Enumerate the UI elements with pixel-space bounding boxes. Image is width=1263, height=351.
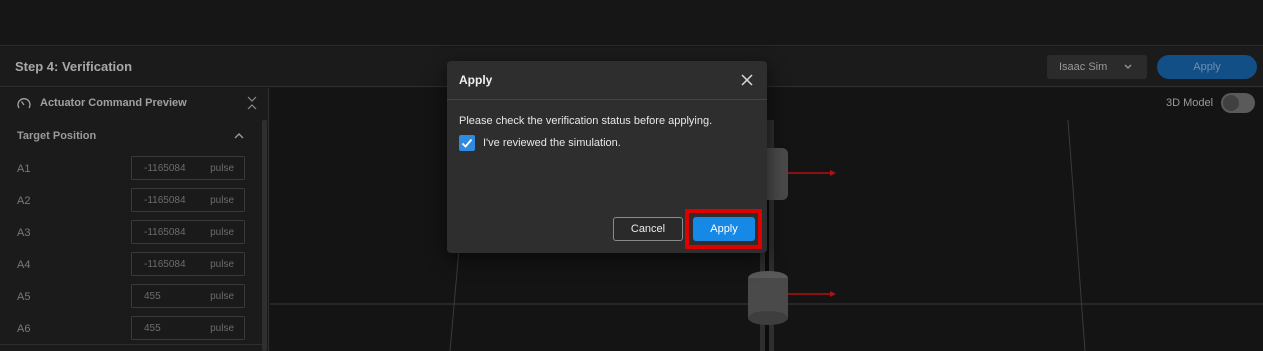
frame-line-right [1067, 119, 1086, 351]
actuator-value-field[interactable]: -1165084 pulse [131, 220, 245, 244]
actuator-value: 455 [144, 291, 161, 302]
actuator-unit: pulse [210, 291, 234, 302]
actuator-unit: pulse [210, 195, 234, 206]
actuator-sidebar: Actuator Command Preview Target Position… [0, 88, 269, 351]
model-toggle-label: 3D Model [1166, 97, 1214, 109]
actuator-label: A6 [17, 323, 31, 335]
actuator-value-field[interactable]: -1165084 pulse [131, 156, 245, 180]
actuator-value: -1165084 [144, 227, 186, 238]
sidebar-scrollbar[interactable] [262, 120, 267, 351]
actuator-label: A5 [17, 291, 31, 303]
actuator-unit: pulse [210, 259, 234, 270]
section-title-target-position: Target Position [17, 130, 97, 142]
actuator-row-a1: A1 -1165084 pulse [0, 156, 262, 182]
actuator-row-a4: A4 -1165084 pulse [0, 252, 262, 278]
actuator-value-field[interactable]: -1165084 pulse [131, 188, 245, 212]
actuator-value-field[interactable]: 455 pulse [131, 284, 245, 308]
actuator-row-a5: A5 455 pulse [0, 284, 262, 310]
toggle-knob [1223, 95, 1239, 111]
robot-joint-lower-bottom [748, 311, 788, 325]
sidebar-divider [0, 344, 262, 345]
actuator-value-field[interactable]: 455 pulse [131, 316, 245, 340]
apply-button[interactable]: Apply [693, 217, 755, 241]
review-checkbox[interactable] [459, 135, 475, 151]
actuator-row-a6: A6 455 pulse [0, 316, 262, 342]
actuator-unit: pulse [210, 227, 234, 238]
frame-line-left [449, 237, 461, 351]
actuator-value: -1165084 [144, 163, 186, 174]
model-toggle[interactable] [1221, 93, 1255, 113]
actuator-label: A3 [17, 227, 31, 239]
apply-dialog: Apply Please check the verification stat… [447, 61, 767, 253]
sidebar-title: Actuator Command Preview [40, 97, 187, 109]
collapse-panel-icon[interactable] [245, 95, 259, 111]
actuator-value: 455 [144, 323, 161, 334]
actuator-label: A1 [17, 163, 31, 175]
actuator-row-a2: A2 -1165084 pulse [0, 188, 262, 214]
actuator-value: -1165084 [144, 195, 186, 206]
simulator-select-value: Isaac Sim [1059, 61, 1108, 73]
actuator-value-field[interactable]: -1165084 pulse [131, 252, 245, 276]
dialog-message: Please check the verification status bef… [459, 115, 713, 127]
cancel-button[interactable]: Cancel [613, 217, 683, 241]
window-top-strip [0, 0, 1263, 46]
gauge-icon [17, 98, 31, 109]
actuator-value: -1165084 [144, 259, 186, 270]
axis-arrowhead-lower [830, 291, 836, 297]
dialog-title: Apply [459, 73, 493, 87]
simulator-select[interactable]: Isaac Sim [1047, 55, 1147, 79]
actuator-label: A2 [17, 195, 31, 207]
dialog-header: Apply [447, 61, 767, 100]
sidebar-header: Actuator Command Preview [0, 88, 269, 118]
actuator-unit: pulse [210, 323, 234, 334]
page-title: Step 4: Verification [15, 59, 133, 74]
chevron-down-icon [1124, 64, 1132, 69]
axis-arrowhead-upper [830, 170, 836, 176]
actuator-unit: pulse [210, 163, 234, 174]
close-icon[interactable] [740, 73, 754, 87]
actuator-row-a3: A3 -1165084 pulse [0, 220, 262, 246]
header-apply-button[interactable]: Apply [1157, 55, 1257, 79]
checkmark-icon [461, 138, 473, 148]
actuator-label: A4 [17, 259, 31, 271]
review-checkbox-label[interactable]: I've reviewed the simulation. [483, 137, 621, 149]
chevron-up-icon[interactable] [233, 131, 245, 141]
